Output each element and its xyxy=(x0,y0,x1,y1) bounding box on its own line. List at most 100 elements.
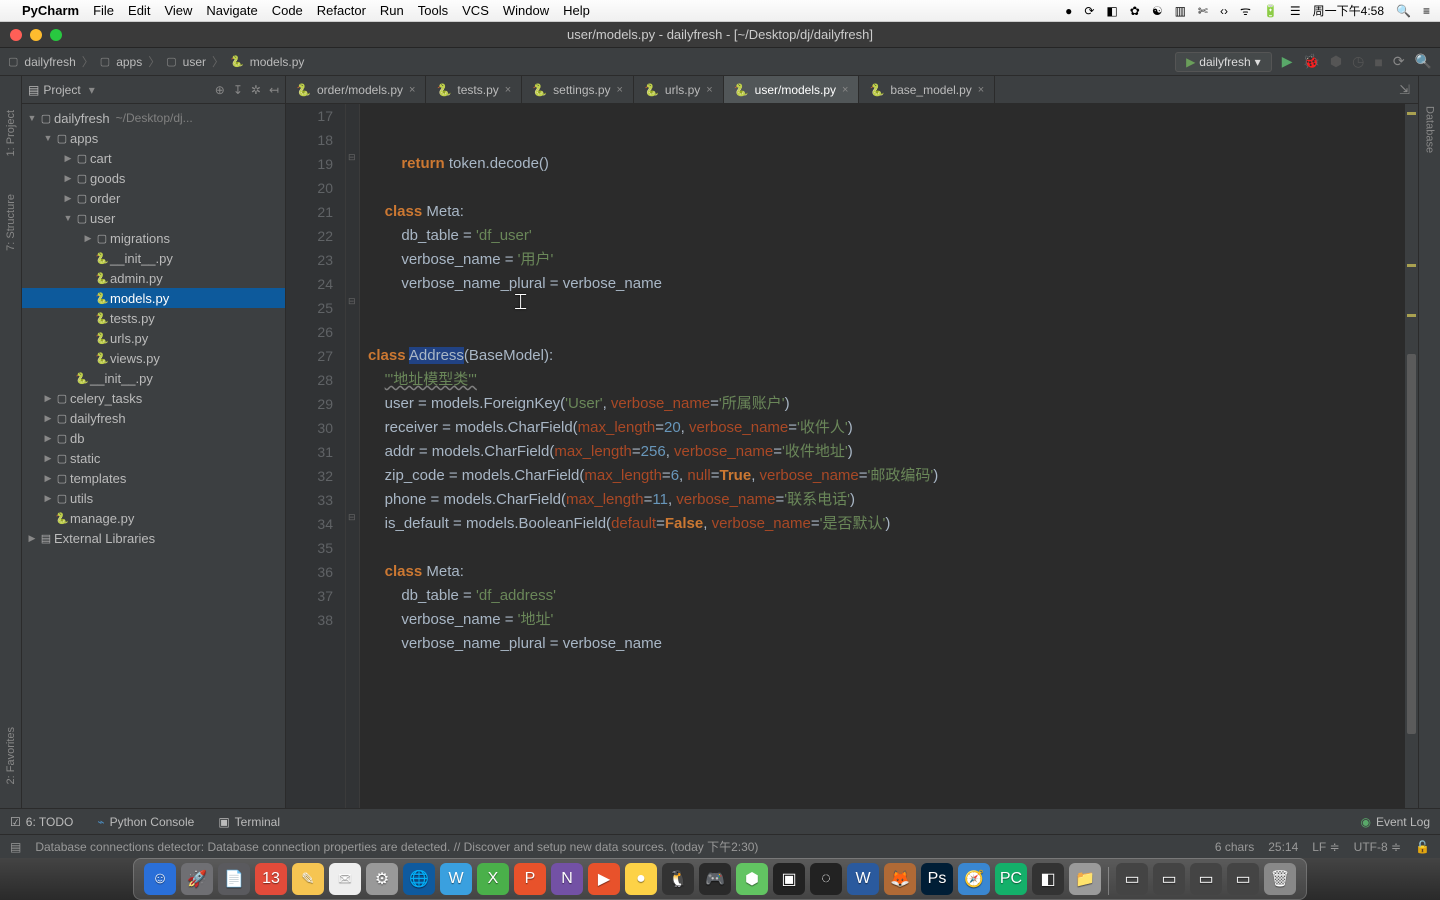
menubar-item[interactable]: Run xyxy=(380,3,404,18)
tree-row[interactable]: 🐍__init__.py xyxy=(22,248,285,268)
dock-minimized-window[interactable]: ▭ xyxy=(1153,863,1185,895)
tree-row[interactable]: ▢order xyxy=(22,188,285,208)
tree-row[interactable]: ▤External Libraries xyxy=(22,528,285,548)
tree-row[interactable]: ▢migrations xyxy=(22,228,285,248)
menubar-item[interactable]: Code xyxy=(272,3,303,18)
dock-app-icon[interactable]: 🐧 xyxy=(662,863,694,895)
tray-icon[interactable]: ▥ xyxy=(1175,4,1186,18)
maximize-window-button[interactable] xyxy=(50,29,62,41)
side-tab-favorites[interactable]: 2: Favorites xyxy=(5,723,17,788)
search-everywhere-button[interactable]: 🔍 xyxy=(1415,53,1432,70)
tree-row[interactable]: ▢cart xyxy=(22,148,285,168)
dock-app-icon[interactable]: ▣ xyxy=(773,863,805,895)
breadcrumb[interactable]: ▢dailyfresh〉▢apps〉▢user〉🐍models.py xyxy=(8,53,304,70)
dock-app-icon[interactable]: 13 xyxy=(255,863,287,895)
dock-minimized-window[interactable]: ▭ xyxy=(1190,863,1222,895)
breadcrumb-item[interactable]: apps xyxy=(116,55,142,69)
tree-row[interactable]: ▢templates xyxy=(22,468,285,488)
tree-arrow-icon[interactable] xyxy=(42,453,54,464)
dock-app-icon[interactable]: 🚀 xyxy=(181,863,213,895)
scroll-from-source-icon[interactable]: ⊕ xyxy=(215,83,225,97)
dock-app-icon[interactable]: PC xyxy=(995,863,1027,895)
tray-icon[interactable]: ⟳ xyxy=(1084,4,1094,18)
tree-arrow-icon[interactable] xyxy=(42,393,54,404)
tray-icon[interactable]: ◧ xyxy=(1106,4,1117,18)
fold-marker-icon[interactable]: ⊟ xyxy=(348,512,356,523)
tree-row[interactable]: 🐍__init__.py xyxy=(22,368,285,388)
side-tab-database[interactable]: Database xyxy=(1424,106,1436,153)
tree-arrow-icon[interactable] xyxy=(42,473,54,484)
tool-python-console[interactable]: ⌁Python Console xyxy=(97,815,194,829)
dock-app-icon[interactable]: ☺ xyxy=(144,863,176,895)
tree-arrow-icon[interactable] xyxy=(26,113,38,123)
close-tab-icon[interactable]: × xyxy=(505,84,511,96)
close-tab-icon[interactable]: × xyxy=(978,84,984,96)
tray-icon[interactable]: ☰ xyxy=(1290,4,1301,18)
tree-row[interactable]: ▢celery_tasks xyxy=(22,388,285,408)
editor-tab[interactable]: 🐍user/models.py× xyxy=(724,76,860,103)
chevron-down-icon[interactable]: ▾ xyxy=(89,83,95,97)
tray-icon[interactable]: ᯤ xyxy=(1240,2,1251,19)
side-tab-project[interactable]: 1: Project xyxy=(5,106,17,160)
menubar-item[interactable]: Help xyxy=(563,3,590,18)
run-button[interactable]: ▶ xyxy=(1282,53,1293,70)
run-config-selector[interactable]: ▶ dailyfresh ▾ xyxy=(1175,52,1272,72)
tree-row[interactable]: ▢dailyfresh xyxy=(22,408,285,428)
close-window-button[interactable] xyxy=(10,29,22,41)
dock-app-icon[interactable]: 🧭 xyxy=(958,863,990,895)
editor-tab[interactable]: 🐍base_model.py× xyxy=(859,76,995,103)
spotlight-icon[interactable]: 🔍 xyxy=(1396,4,1411,18)
menubar-item[interactable]: VCS xyxy=(462,3,489,18)
tool-event-log[interactable]: ◉Event Log xyxy=(1360,815,1430,829)
tree-row[interactable]: ▢dailyfresh~/Desktop/dj... xyxy=(22,108,285,128)
tree-arrow-icon[interactable] xyxy=(62,173,74,184)
tree-arrow-icon[interactable] xyxy=(62,193,74,204)
dock-app-icon[interactable]: Ps xyxy=(921,863,953,895)
status-encoding[interactable]: UTF-8 ≑ xyxy=(1354,840,1401,854)
tree-row[interactable]: ▢db xyxy=(22,428,285,448)
dock-minimized-window[interactable]: ▭ xyxy=(1227,863,1259,895)
fold-marker-icon[interactable]: ⊟ xyxy=(348,152,356,163)
readonly-lock-icon[interactable]: 🔓 xyxy=(1415,840,1430,854)
menubar-app-name[interactable]: PyCharm xyxy=(22,3,79,18)
editor-tab[interactable]: 🐍urls.py× xyxy=(634,76,724,103)
close-tab-icon[interactable]: × xyxy=(706,84,712,96)
profile-button[interactable]: ◷ xyxy=(1352,53,1364,70)
tree-arrow-icon[interactable] xyxy=(42,493,54,504)
tree-arrow-icon[interactable] xyxy=(62,213,74,223)
menubar-item[interactable]: Edit xyxy=(128,3,150,18)
side-tab-structure[interactable]: 7: Structure xyxy=(5,190,17,255)
dock-minimized-window[interactable]: ▭ xyxy=(1116,863,1148,895)
dock-trash-icon[interactable]: 🗑 xyxy=(1264,863,1296,895)
update-button[interactable]: ⟳ xyxy=(1393,53,1405,70)
menubar-hamburger-icon[interactable]: ≡ xyxy=(1423,4,1430,18)
menubar-item[interactable]: Refactor xyxy=(317,3,366,18)
menubar-item[interactable]: File xyxy=(93,3,114,18)
dock-app-icon[interactable]: W xyxy=(847,863,879,895)
menubar-item[interactable]: Navigate xyxy=(206,3,257,18)
breadcrumb-item[interactable]: user xyxy=(183,55,206,69)
dock-app-icon[interactable]: ● xyxy=(625,863,657,895)
tabs-overflow-icon[interactable]: ⇲ xyxy=(1391,82,1418,98)
tray-icon[interactable]: 🔋 xyxy=(1263,4,1278,18)
tree-row[interactable]: 🐍admin.py xyxy=(22,268,285,288)
tree-row[interactable]: ▢apps xyxy=(22,128,285,148)
breadcrumb-item[interactable]: dailyfresh xyxy=(24,55,75,69)
dock-app-icon[interactable]: 🎮 xyxy=(699,863,731,895)
debug-button[interactable]: 🐞 xyxy=(1302,53,1319,70)
tree-row[interactable]: 🐍models.py xyxy=(22,288,285,308)
tree-arrow-icon[interactable] xyxy=(62,153,74,164)
tree-row[interactable]: 🐍views.py xyxy=(22,348,285,368)
dock-app-icon[interactable]: ⚙ xyxy=(366,863,398,895)
tool-terminal[interactable]: ▣Terminal xyxy=(218,815,280,829)
line-gutter[interactable]: 1718192021222324252627282930313233343536… xyxy=(286,104,346,808)
gear-icon[interactable]: ✲ xyxy=(251,83,261,97)
dock-app-icon[interactable]: N xyxy=(551,863,583,895)
dock-app-icon[interactable]: 📁 xyxy=(1069,863,1101,895)
dock-app-icon[interactable]: ✉ xyxy=(329,863,361,895)
menubar-item[interactable]: View xyxy=(164,3,192,18)
dock-app-icon[interactable]: 📄 xyxy=(218,863,250,895)
status-line-sep[interactable]: LF ≑ xyxy=(1312,840,1339,854)
menubar-clock[interactable]: 周一下午4:58 xyxy=(1313,2,1384,19)
stop-button[interactable]: ■ xyxy=(1374,54,1382,70)
